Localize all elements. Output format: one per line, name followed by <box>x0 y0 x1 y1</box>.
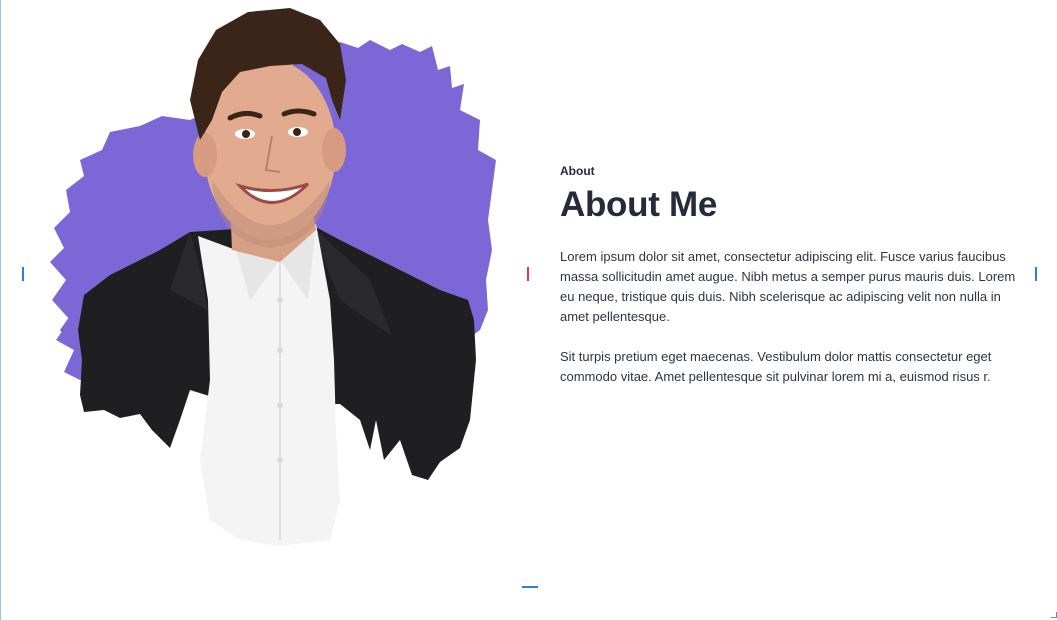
section-eyebrow: About <box>560 164 595 178</box>
builder-guide-left-edge <box>0 0 1 620</box>
about-content: About About Me Lorem ipsum dolor sit ame… <box>560 164 1020 407</box>
builder-guide-marker-left <box>22 267 24 281</box>
builder-guide-corner <box>1051 612 1057 618</box>
about-paragraph-2: Sit turpis pretium eget maecenas. Vestib… <box>560 348 992 384</box>
builder-guide-marker-bottom <box>522 586 538 588</box>
section-heading: About Me <box>560 185 718 224</box>
builder-guide-marker-right <box>1035 267 1037 281</box>
builder-guide-marker-center <box>527 267 529 281</box>
portrait-image <box>40 0 510 560</box>
about-paragraph-1: Lorem ipsum dolor sit amet, consectetur … <box>560 248 1016 324</box>
about-section: About About Me Lorem ipsum dolor sit ame… <box>0 0 1057 620</box>
